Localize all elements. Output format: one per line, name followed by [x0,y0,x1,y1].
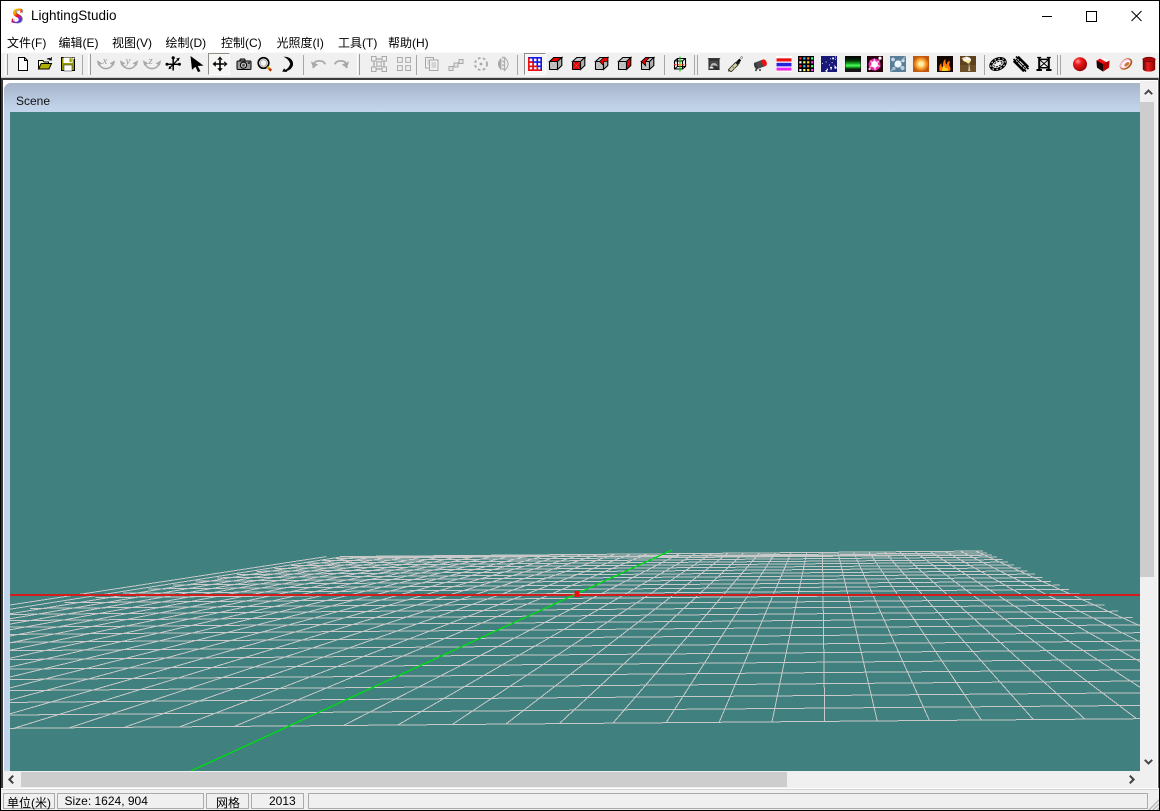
svg-text:y: y [125,56,131,67]
svg-text:S: S [11,5,23,27]
svg-text:x: x [102,56,108,67]
svg-text:z: z [148,56,154,67]
